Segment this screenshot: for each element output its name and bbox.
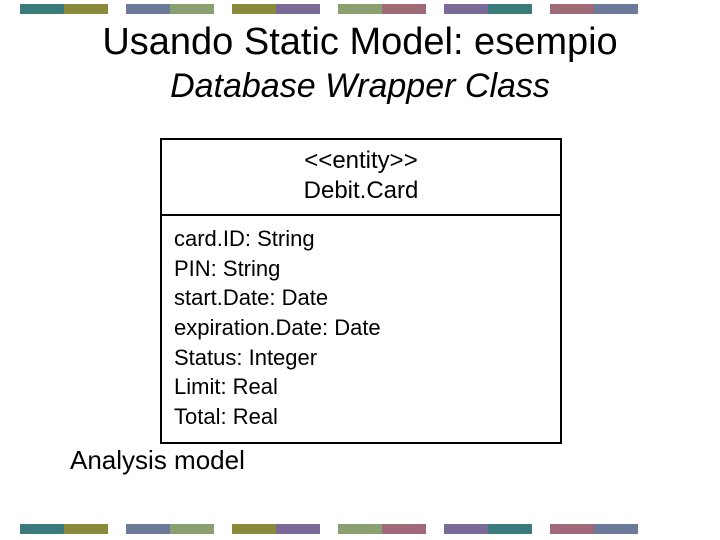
decorative-top-band bbox=[0, 4, 720, 14]
uml-attribute: Total: Real bbox=[174, 402, 548, 432]
uml-stereotype: <<entity>> bbox=[170, 146, 552, 176]
slide-subtitle: Database Wrapper Class bbox=[0, 68, 720, 105]
uml-class-name: Debit.Card bbox=[170, 176, 552, 206]
uml-attribute: card.ID: String bbox=[174, 224, 548, 254]
uml-class-header: <<entity>> Debit.Card bbox=[162, 140, 560, 216]
uml-attributes: card.ID: String PIN: String start.Date: … bbox=[162, 216, 560, 442]
slide-caption: Analysis model bbox=[70, 445, 245, 476]
decorative-bottom-band bbox=[0, 524, 720, 534]
uml-attribute: Limit: Real bbox=[174, 372, 548, 402]
uml-attribute: PIN: String bbox=[174, 254, 548, 284]
uml-attribute: expiration.Date: Date bbox=[174, 313, 548, 343]
uml-attribute: start.Date: Date bbox=[174, 283, 548, 313]
slide-title: Usando Static Model: esempio bbox=[0, 22, 720, 64]
uml-attribute: Status: Integer bbox=[174, 343, 548, 373]
uml-class-box: <<entity>> Debit.Card card.ID: String PI… bbox=[160, 138, 562, 444]
